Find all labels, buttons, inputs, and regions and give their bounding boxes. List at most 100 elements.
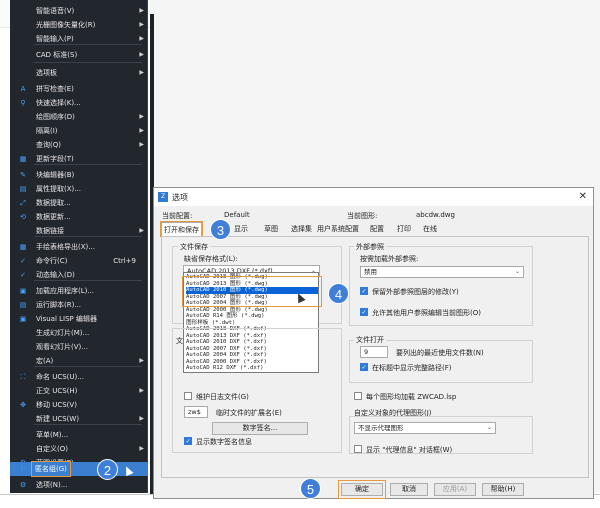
file-open-group-title: 文件打开 (354, 335, 386, 345)
tab-open-save[interactable]: 打开和保存 (160, 221, 203, 237)
menu-item-label: 匿名组(G) (31, 461, 71, 477)
allow-edit-label: 允许其他用户参照编辑当前图形(O) (372, 309, 481, 317)
tools-menu: 智能语音(V) ▶ 光栅图像矢量化(R) ▶ 智能输入(P) ▶ CAD 标准(S) ▶ 选项板… (10, 0, 148, 493)
chevron-right-icon: ▶ (139, 387, 144, 394)
menu-item-label: 加载应用程序(L)... (36, 287, 95, 295)
menu-item[interactable]: ✎ 块编辑器(B) (10, 168, 148, 182)
menu-item-icon (19, 21, 27, 29)
load-lsp-label: 每个图形均加载 ZWCAD.lsp (366, 393, 457, 401)
menu-item-icon: ✓ (20, 271, 26, 279)
menu-item[interactable]: 正交 UCS(H) ▶ (10, 384, 148, 398)
menu-item-label: 宏(A) (36, 357, 54, 365)
menu-item-label: 数据提取... (36, 199, 71, 207)
menu-item[interactable]: ✓ 动态输入(D) (10, 268, 148, 282)
chevron-right-icon: ▶ (139, 127, 144, 134)
menu-item-label: 智能输入(P) (36, 35, 74, 43)
keep-layer-changes-checkbox[interactable]: ✓ (360, 287, 368, 295)
menu-item[interactable]: 新建 UCS(W) ▶ (10, 412, 148, 426)
maintain-log-label: 维护日志文件(G) (196, 393, 249, 401)
recent-count-input[interactable]: 9 (360, 346, 388, 358)
help-button[interactable]: 帮助(H) (482, 483, 524, 496)
show-sign-info-label: 显示数字签名信息 (196, 438, 252, 446)
menu-item[interactable]: ✥ 移动 UCS(V) (10, 398, 148, 412)
show-proxy-dialog-checkbox[interactable] (354, 445, 362, 453)
menu-item[interactable]: ⟲ 数据更新... (10, 210, 148, 224)
menu-item-label: 隔离(I) (36, 127, 58, 135)
menu-item[interactable]: ⚙ 选项(N)... (10, 478, 148, 492)
maintain-log-checkbox[interactable] (184, 392, 192, 400)
menu-item[interactable]: 智能语音(V) ▶ (10, 4, 148, 18)
chevron-down-icon: ⌄ (514, 268, 520, 275)
cancel-button[interactable]: 取消 (390, 483, 428, 496)
tab-drafting[interactable]: 草图 (264, 222, 278, 236)
menu-item[interactable]: 隔离(I) ▶ (10, 124, 148, 138)
menu-item-icon (19, 387, 27, 395)
apply-button[interactable]: 应用(A) (434, 483, 476, 496)
temp-ext-input[interactable]: zw$ (184, 406, 208, 418)
menu-item[interactable]: 光栅图像矢量化(R) ▶ (10, 18, 148, 32)
show-full-path-checkbox[interactable]: ✓ (360, 363, 368, 371)
current-drawing-value: abcdw.dwg (416, 211, 455, 219)
menu-item-label: 生成幻灯片(M)... (36, 329, 90, 337)
menu-item[interactable]: A 拼写检查(E) (10, 82, 148, 96)
menu-item[interactable]: ▤ 属性提取(X)... (10, 182, 148, 196)
menu-item-label: 命名 UCS(U)... (36, 373, 84, 381)
xref-group-title: 外部参照 (354, 242, 386, 252)
digital-signature-button[interactable]: 数字签名... (212, 422, 308, 435)
menu-item-icon (19, 329, 27, 337)
menu-item-icon (19, 357, 27, 365)
menu-item-label: 快速选择(K)... (36, 99, 81, 107)
menu-item[interactable]: 数据链接 ▶ (10, 224, 148, 238)
show-sign-info-checkbox[interactable]: ✓ (184, 437, 192, 445)
menu-item[interactable]: ▤ 运行脚本(R)... (10, 298, 148, 312)
menu-item[interactable]: 自定义(O) ▶ (10, 442, 148, 456)
chevron-right-icon: ▶ (139, 415, 144, 422)
menu-item[interactable]: ▦ 手绘表格导出(X)... (10, 240, 148, 254)
tab-profiles[interactable]: 配置 (370, 222, 384, 236)
tab-plot[interactable]: 打印 (397, 222, 411, 236)
menu-item-icon: ✥ (20, 401, 26, 409)
menu-item[interactable]: ✓ 命令行(C) Ctrl+9 (10, 254, 148, 268)
menu-item[interactable]: ▣ Visual LISP 编辑器 (10, 312, 148, 326)
menu-item-label: 查询(Q) (36, 141, 61, 149)
proxy-select[interactable]: 不显示代理图形 ⌄ (354, 422, 496, 434)
menu-item[interactable]: 生成幻灯片(M)... (10, 326, 148, 340)
menu-item[interactable]: ⚲ 快速选择(K)... (10, 96, 148, 110)
menu-item-icon (19, 141, 27, 149)
menu-item[interactable]: 智能输入(P) ▶ (10, 32, 148, 46)
menu-item[interactable]: ⛶ 命名 UCS(U)... (10, 370, 148, 384)
menu-item-label: 数据链接 (36, 227, 64, 235)
menu-item-label: 更新字段(T) (36, 155, 74, 163)
menu-item-label: 数据更新... (36, 213, 71, 221)
tab-online[interactable]: 在线 (423, 222, 437, 236)
load-xref-select[interactable]: 禁用 ⌄ (360, 266, 524, 278)
menu-item[interactable]: ⤢ 数据提取... (10, 196, 148, 210)
menu-separator (34, 62, 142, 63)
close-icon[interactable]: ✕ (579, 191, 587, 202)
tab-display[interactable]: 显示 (234, 222, 248, 236)
ok-button[interactable]: 确定 (338, 480, 386, 499)
load-lsp-checkbox[interactable] (354, 392, 362, 400)
chevron-right-icon: ▶ (139, 51, 144, 58)
menu-item[interactable]: 草单(M)... (10, 428, 148, 442)
menu-item-icon (19, 35, 27, 43)
menu-item-label: 动态输入(D) (36, 271, 75, 279)
menu-item[interactable]: ▦ 更新字段(T) (10, 152, 148, 166)
tab-selection[interactable]: 选择集 (291, 222, 312, 236)
menu-item-icon (19, 445, 27, 453)
allow-edit-checkbox[interactable]: ✓ (360, 308, 368, 316)
tab-user-prefs[interactable]: 用户系统配置 (317, 222, 359, 236)
menu-item-icon (19, 7, 27, 15)
menu-item[interactable]: ▣ 加载应用程序(L)... (10, 284, 148, 298)
menu-item[interactable]: 绘图顺序(D) ▶ (10, 110, 148, 124)
menu-item-label: 观看幻灯片(V)... (36, 343, 88, 351)
menu-item[interactable]: CAD 标准(S) ▶ (10, 48, 148, 62)
menu-item-icon: ▣ (19, 315, 27, 323)
default-save-format-label: 缺省保存格式(L): (184, 255, 238, 263)
menu-item[interactable]: 查询(Q) ▶ (10, 138, 148, 152)
menu-item[interactable]: 观看幻灯片(V)... (10, 340, 148, 354)
menu-item-label: 新建 UCS(W) (36, 415, 80, 423)
menu-item[interactable]: 选项板 ▶ (10, 66, 148, 80)
menu-item-label: 光栅图像矢量化(R) (36, 21, 96, 29)
menu-item[interactable]: 宏(A) ▶ (10, 354, 148, 368)
